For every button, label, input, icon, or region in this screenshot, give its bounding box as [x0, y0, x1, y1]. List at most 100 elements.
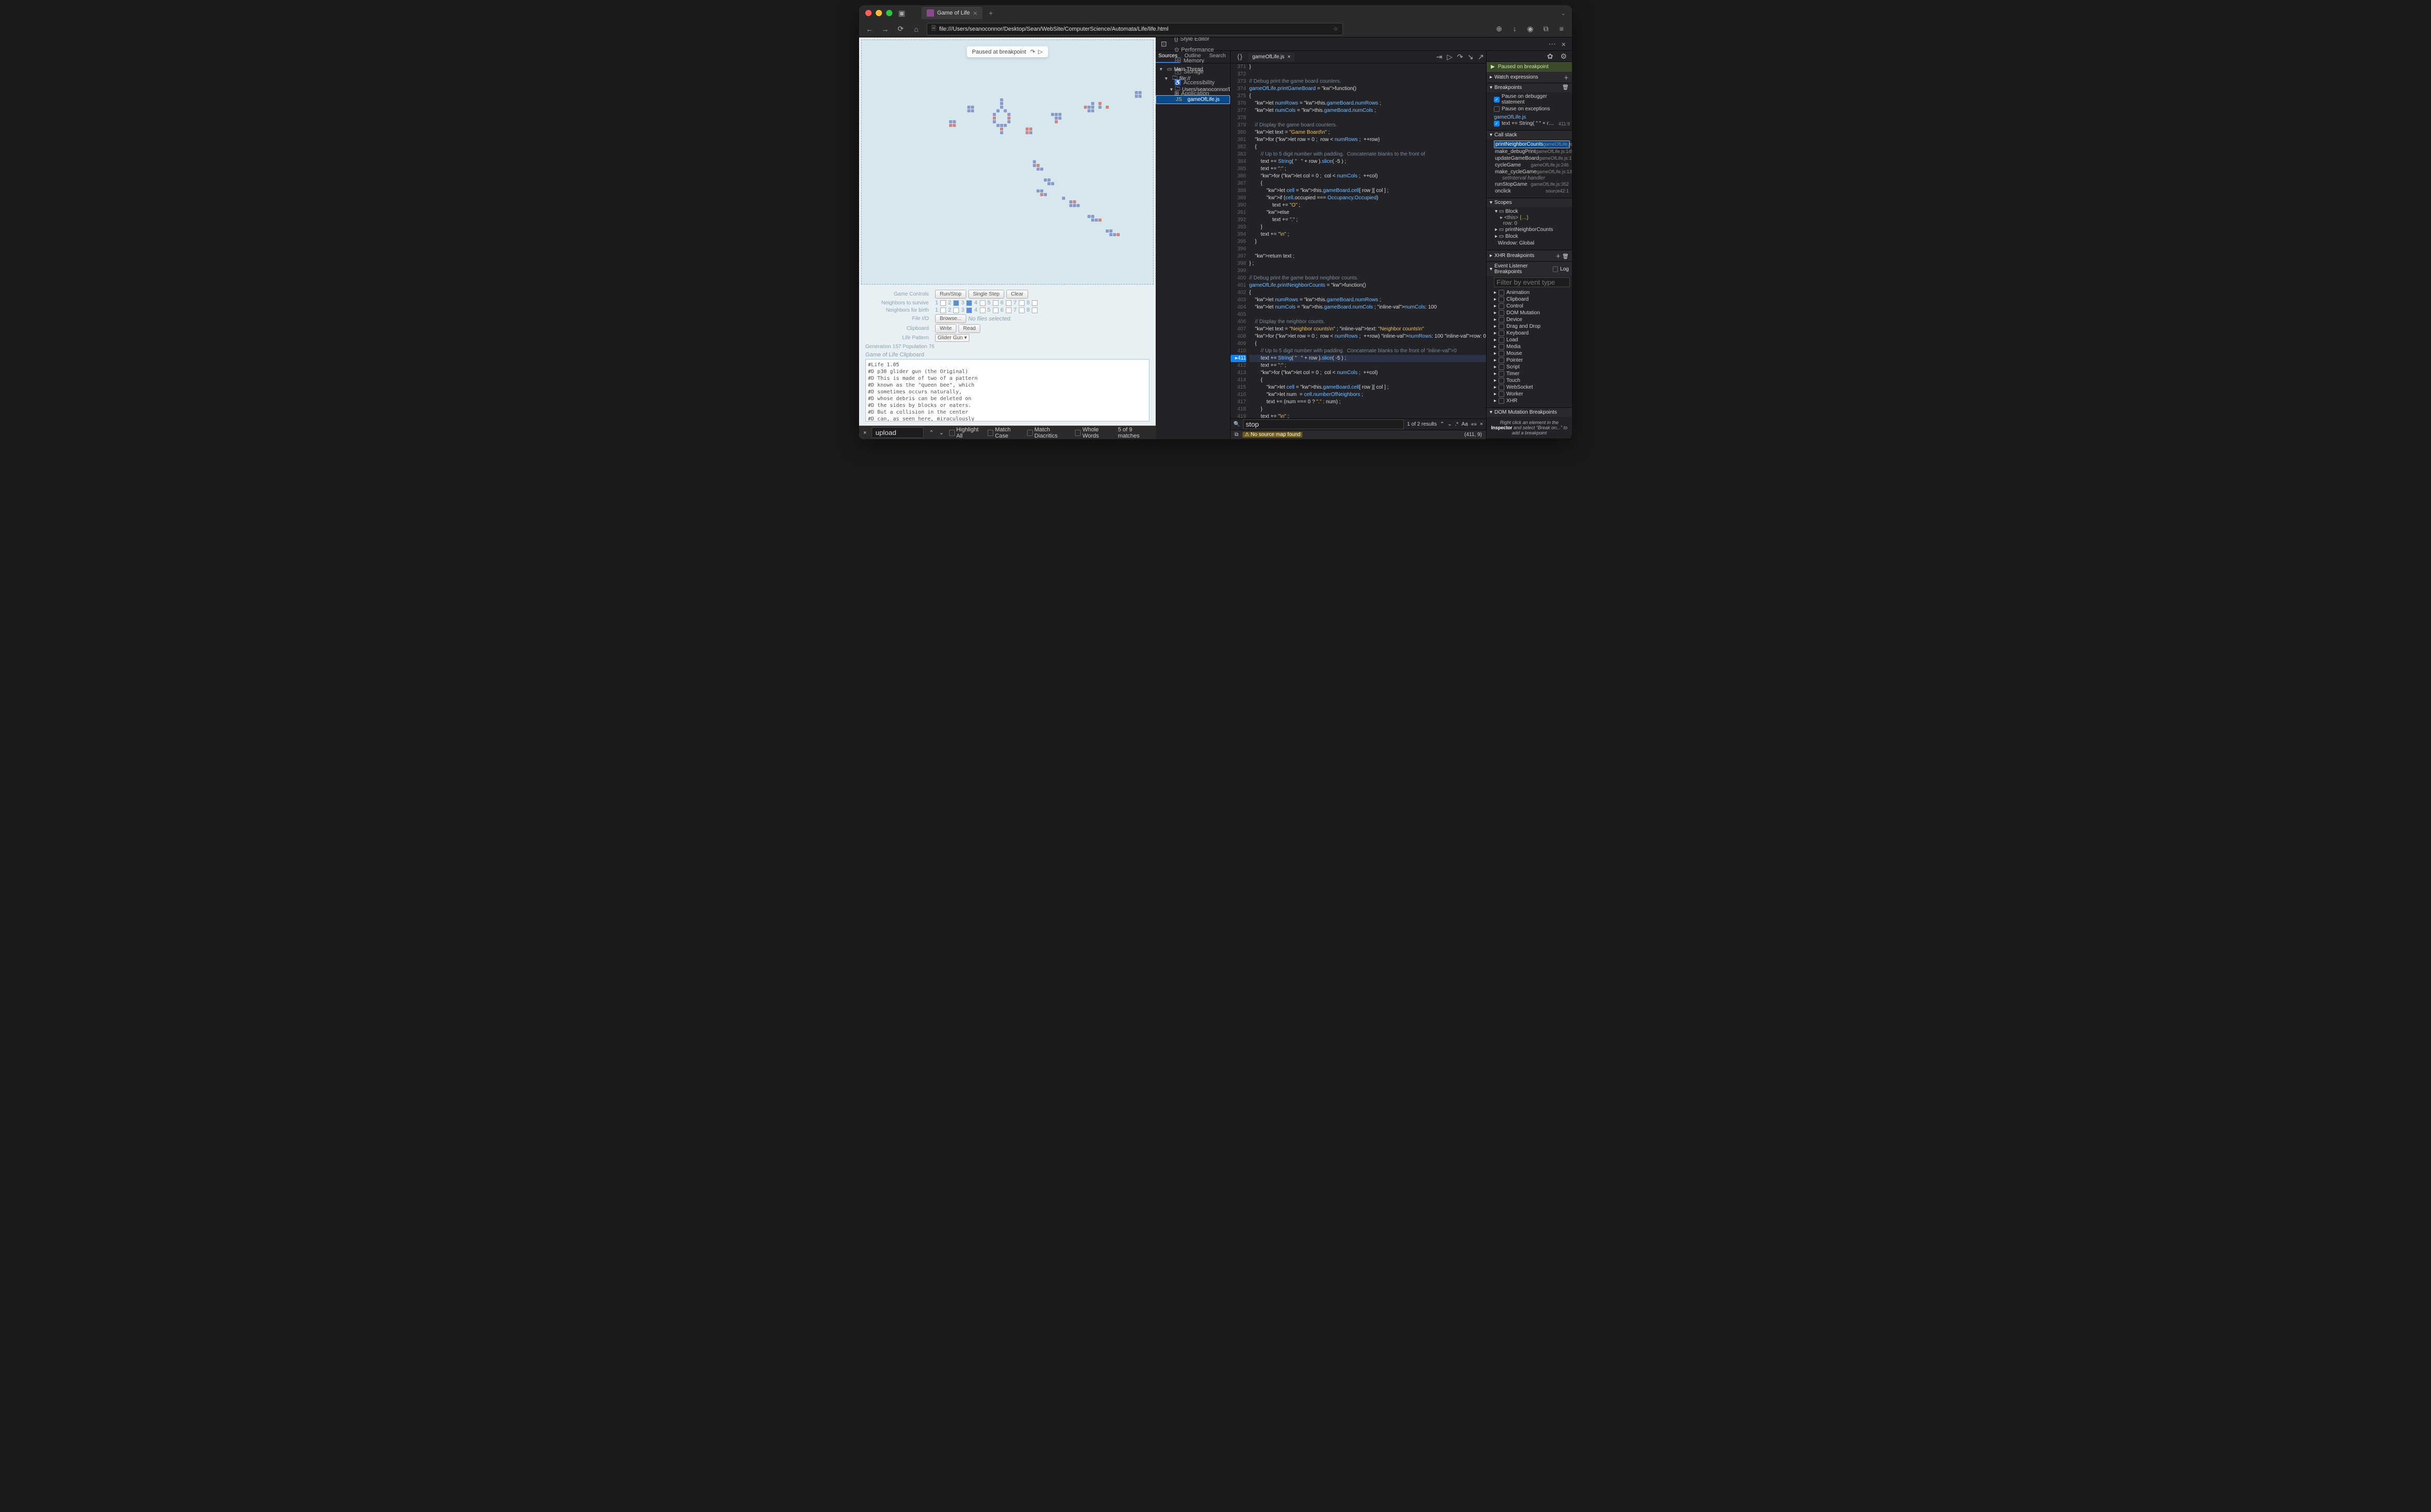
- event-category[interactable]: ▸ Keyboard: [1494, 330, 1570, 337]
- run-to-icon[interactable]: ⇥: [1434, 53, 1444, 61]
- extensions-icon[interactable]: ⧉: [1541, 24, 1551, 33]
- callstack-header[interactable]: ▾ Call stack: [1487, 131, 1572, 139]
- event-category[interactable]: ▸ Timer: [1494, 370, 1570, 377]
- prettify-icon[interactable]: ✿: [1545, 52, 1555, 61]
- home-button[interactable]: ⌂: [911, 25, 922, 33]
- search-case-icon[interactable]: Aa: [1462, 421, 1468, 427]
- sources-subtab-sources[interactable]: Sources: [1156, 51, 1181, 63]
- pattern-select[interactable]: Glider Gun ▾: [935, 334, 969, 342]
- read-button[interactable]: Read: [958, 324, 980, 333]
- bookmark-star-icon[interactable]: ☆: [1333, 25, 1338, 32]
- event-filter-input[interactable]: [1494, 277, 1570, 287]
- run-stop-button[interactable]: Run/Stop: [935, 290, 966, 299]
- new-tab-button[interactable]: +: [989, 9, 993, 17]
- bp-line-checkbox[interactable]: [1494, 121, 1500, 126]
- event-category[interactable]: ▸ Drag and Drop: [1494, 323, 1570, 330]
- clear-button[interactable]: Clear: [1006, 290, 1028, 299]
- match-diacritics-checkbox[interactable]: [1027, 430, 1033, 436]
- stack-frame[interactable]: updateGameBoardgameOfLife.js:1626: [1494, 155, 1570, 162]
- dombp-header[interactable]: ▾ DOM Mutation Breakpoints: [1487, 408, 1572, 417]
- stack-frame[interactable]: cycleGamegameOfLife.js:246: [1494, 162, 1570, 169]
- sources-subtab-outline[interactable]: Outline: [1180, 51, 1205, 63]
- stack-frame[interactable]: printNeighborCountsgameOfLife.js:411: [1494, 140, 1570, 148]
- stack-frame[interactable]: make_debugPrintgameOfLife.js:1459: [1494, 148, 1570, 155]
- reload-button[interactable]: ⟳: [895, 24, 906, 33]
- file-tab-close-icon[interactable]: ×: [1287, 54, 1290, 60]
- menu-icon[interactable]: ≡: [1556, 24, 1567, 33]
- stack-frame[interactable]: runStopGamegameOfLife.js:352: [1494, 181, 1570, 188]
- step-over-icon[interactable]: ↷: [1455, 53, 1465, 61]
- stack-frame[interactable]: onclicksource42:1: [1494, 188, 1570, 195]
- find-next-icon[interactable]: ⌄: [939, 429, 944, 436]
- thread-row[interactable]: ▾▭ Main Thread: [1156, 66, 1230, 73]
- step-over-icon[interactable]: ↷: [1030, 48, 1035, 55]
- account-icon[interactable]: ◉: [1525, 24, 1536, 33]
- folder-row[interactable]: ▾🗀 Users/seanoconnor/Desktop/Sea: [1156, 84, 1230, 95]
- step-in-icon[interactable]: ↘: [1465, 53, 1476, 61]
- find-input[interactable]: [872, 427, 924, 438]
- event-category[interactable]: ▸ DOM Mutation: [1494, 310, 1570, 316]
- step-out-icon[interactable]: ↗: [1476, 53, 1486, 61]
- search-close-icon[interactable]: ×: [1480, 421, 1483, 427]
- browser-tab[interactable]: Game of Life ×: [922, 7, 982, 19]
- pocket-icon[interactable]: ⊕: [1494, 24, 1504, 33]
- write-button[interactable]: Write: [935, 324, 956, 333]
- event-category[interactable]: ▸ Pointer: [1494, 357, 1570, 364]
- window-close[interactable]: [865, 10, 872, 16]
- resume-icon[interactable]: ▷: [1038, 48, 1042, 55]
- find-close-icon[interactable]: ×: [863, 430, 866, 436]
- sources-subtab-search[interactable]: Search: [1205, 51, 1230, 63]
- event-category[interactable]: ▸ WebSocket: [1494, 384, 1570, 391]
- event-category[interactable]: ▸ Worker: [1494, 391, 1570, 398]
- search-prev-icon[interactable]: ⌃: [1440, 421, 1444, 427]
- window-zoom[interactable]: [886, 10, 892, 16]
- event-category[interactable]: ▸ Device: [1494, 316, 1570, 323]
- downloads-icon[interactable]: ↓: [1509, 24, 1520, 33]
- game-board[interactable]: Paused at breakpoint ↷ ▷: [861, 40, 1154, 285]
- file-nav-icon[interactable]: ⟨⟩: [1235, 53, 1245, 61]
- search-next-icon[interactable]: ⌄: [1448, 421, 1452, 427]
- search-regex-icon[interactable]: .*: [1455, 421, 1458, 427]
- browse-button[interactable]: Browse...: [935, 314, 966, 323]
- map-toggle-icon[interactable]: ⧉: [1235, 432, 1238, 438]
- eventbp-header[interactable]: ▾ Event Listener BreakpointsLog: [1487, 262, 1572, 276]
- event-category[interactable]: ▸ Touch: [1494, 377, 1570, 384]
- pause-exc-checkbox[interactable]: [1494, 106, 1500, 112]
- source-file[interactable]: JS gameOfLife.js: [1156, 95, 1230, 104]
- find-prev-icon[interactable]: ⌃: [929, 429, 933, 436]
- event-category[interactable]: ▸ XHR: [1494, 398, 1570, 404]
- event-category[interactable]: ▸ Media: [1494, 343, 1570, 350]
- clipboard-text[interactable]: #Life 1.05 #D p30 glider gun (the Origin…: [865, 359, 1149, 421]
- code-search-input[interactable]: [1243, 419, 1404, 429]
- proto-row[interactable]: ▾🗀 file://: [1156, 73, 1230, 84]
- resume-play-icon[interactable]: ▷: [1444, 53, 1455, 61]
- event-category[interactable]: ▸ Animation: [1494, 289, 1570, 296]
- stack-frame[interactable]: make_cycleGamegameOfLife.js:1346: [1494, 169, 1570, 175]
- back-button[interactable]: ←: [864, 25, 875, 33]
- match-case-checkbox[interactable]: [988, 430, 993, 436]
- pause-dbg-checkbox[interactable]: [1494, 97, 1500, 102]
- url-bar[interactable]: 🗎 file:///Users/seanoconnor/Desktop/Sean…: [927, 23, 1343, 35]
- window-minimize[interactable]: [876, 10, 882, 16]
- watch-header[interactable]: ▸ Watch expressions＋: [1487, 72, 1572, 83]
- forward-button[interactable]: →: [880, 25, 890, 33]
- event-category[interactable]: ▸ Load: [1494, 337, 1570, 343]
- pick-element-icon[interactable]: ⊡: [1159, 40, 1169, 48]
- scopes-header[interactable]: ▾ Scopes: [1487, 198, 1572, 207]
- highlight-all-checkbox[interactable]: [949, 430, 955, 436]
- bp-file[interactable]: gameOfLife.js: [1494, 114, 1570, 120]
- sidebar-toggle-icon[interactable]: ▣: [897, 9, 907, 18]
- file-tab[interactable]: gameOfLife.js×: [1248, 53, 1295, 61]
- event-category[interactable]: ▸ Clipboard: [1494, 296, 1570, 303]
- settings-gear-icon[interactable]: ⚙: [1558, 52, 1569, 61]
- whole-words-checkbox[interactable]: [1075, 430, 1081, 436]
- devtools-close-icon[interactable]: ×: [1558, 40, 1569, 48]
- single-step-button[interactable]: Single Step: [968, 290, 1004, 299]
- devtools-tab-style-editor[interactable]: {} Style Editor: [1170, 37, 1219, 44]
- event-category[interactable]: ▸ Control: [1494, 303, 1570, 310]
- xhr-header[interactable]: ▸ XHR Breakpoints＋ 🗑: [1487, 250, 1572, 261]
- tab-list-icon[interactable]: ⌄: [1561, 10, 1566, 17]
- search-word-icon[interactable]: «»: [1471, 421, 1477, 427]
- devtools-overflow-icon[interactable]: ⋯: [1547, 40, 1557, 48]
- event-category[interactable]: ▸ Mouse: [1494, 350, 1570, 357]
